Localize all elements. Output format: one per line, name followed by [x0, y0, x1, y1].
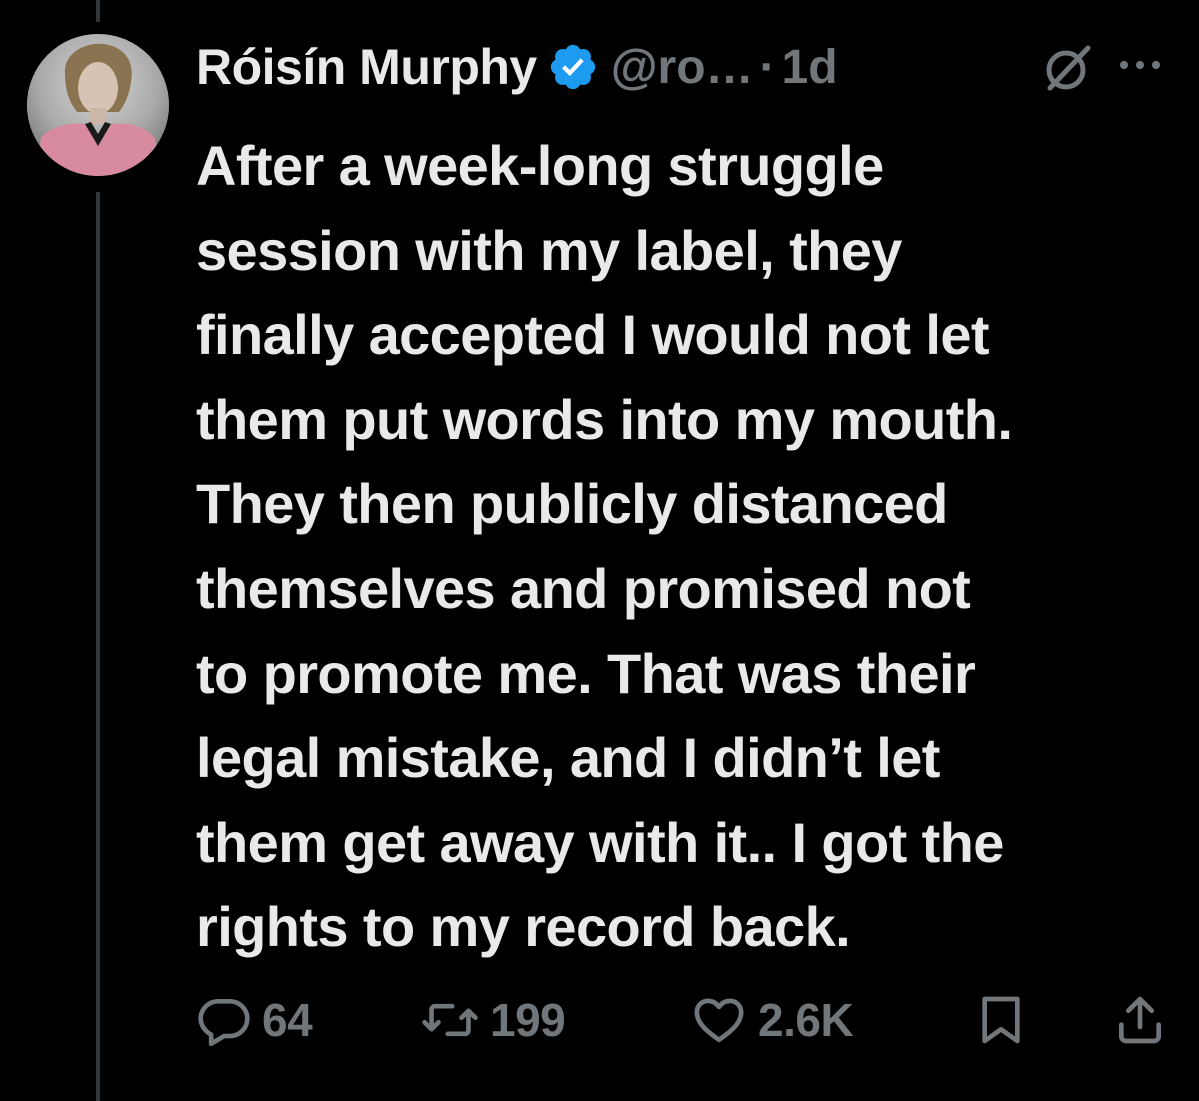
display-name[interactable]: Róisín Murphy: [196, 38, 537, 96]
tweet-text-line: legal mistake, and I didn’t let: [196, 726, 940, 790]
timestamp[interactable]: 1d: [782, 40, 838, 95]
grok-icon[interactable]: [1040, 40, 1096, 96]
tweet-text-line: They then publicly distanced: [196, 472, 948, 536]
retweet-count: 199: [490, 994, 566, 1046]
thread-line-top: [96, 0, 100, 22]
user-handle[interactable]: @ro…: [611, 40, 754, 95]
tweet-text: After a week-long struggle session with …: [196, 124, 1186, 970]
bookmark-button[interactable]: [975, 985, 1027, 1055]
share-icon: [1119, 996, 1161, 1044]
tweet-header: Róisín Murphy @ro… · 1d: [196, 34, 838, 100]
verified-badge-icon[interactable]: [547, 41, 599, 93]
retweet-button[interactable]: 199: [420, 985, 566, 1055]
tweet-text-line: them put words into my mouth.: [196, 387, 1013, 451]
separator-dot: ·: [759, 40, 776, 94]
like-button[interactable]: 2.6K: [690, 985, 854, 1055]
reply-button[interactable]: 64: [196, 985, 313, 1055]
bookmark-icon: [982, 996, 1020, 1044]
share-button[interactable]: [1112, 985, 1168, 1055]
reply-icon: [198, 999, 250, 1047]
thread-line-bottom: [96, 192, 100, 1101]
tweet-text-line: them get away with it.. I got the: [196, 810, 1004, 874]
reply-count: 64: [262, 994, 313, 1046]
heart-icon: [694, 998, 744, 1043]
tweet-text-line: session with my label, they: [196, 218, 902, 282]
tweet-text-line: finally accepted I would not let: [196, 303, 990, 367]
avatar-photo: [27, 34, 169, 176]
tweet-actions: 64 199 2.6K: [0, 985, 1199, 1055]
tweet-text-line: rights to my record back.: [196, 895, 851, 959]
tweet-text-line: to promote me. That was their: [196, 641, 976, 705]
avatar[interactable]: [27, 34, 169, 176]
tweet-text-line: After a week-long struggle: [196, 134, 884, 197]
more-icon[interactable]: [1110, 50, 1170, 80]
retweet-icon: [422, 1003, 478, 1037]
like-count: 2.6K: [758, 994, 854, 1046]
tweet-text-line: themselves and promised not: [196, 556, 971, 620]
